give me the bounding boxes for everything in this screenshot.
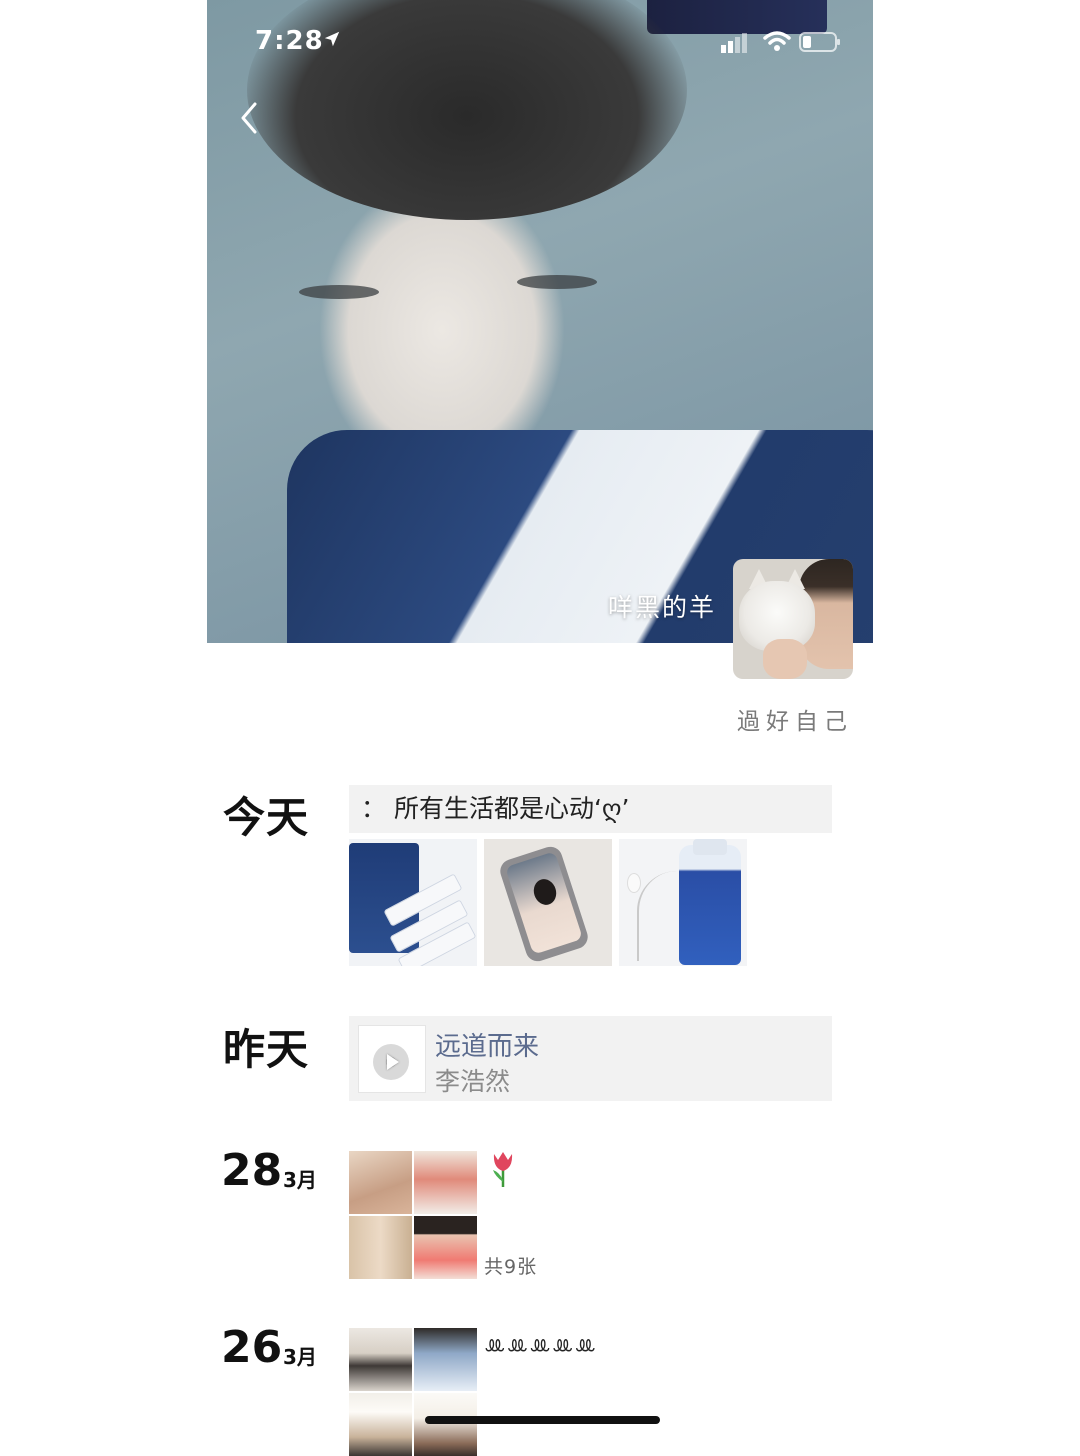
date-label-yesterday: 昨天 <box>223 1025 310 1074</box>
date-day-28: 28 <box>221 1145 283 1196</box>
chevron-left-icon <box>241 102 257 134</box>
photo-count: 共9张 <box>484 1256 538 1278</box>
music-artist: 李浩然 <box>435 1067 511 1096</box>
photo-cell <box>349 1393 412 1456</box>
moments-page: 7:28 咩黑的羊 過好自己 今天 ： 所有生活都是心动‘ღ’ 昨天 远道而来 … <box>207 0 873 1456</box>
date-month: 3月 <box>283 1345 317 1369</box>
eye-shape <box>299 285 379 299</box>
music-title: 远道而来 <box>435 1032 540 1062</box>
earbud-shape <box>627 873 641 893</box>
status-bar: 7:28 <box>207 0 873 80</box>
photo-grid[interactable] <box>349 1151 477 1279</box>
photo-thumbnail[interactable] <box>619 839 747 966</box>
eye-shape <box>517 275 597 289</box>
photo-thumbnail[interactable] <box>484 839 612 966</box>
date-day-26: 26 <box>221 1322 283 1373</box>
back-button[interactable] <box>231 98 271 138</box>
home-indicator[interactable] <box>425 1416 660 1424</box>
bottle-cap-shape <box>693 839 727 855</box>
profile-avatar[interactable] <box>733 559 853 679</box>
tulip-icon <box>493 1152 513 1187</box>
wifi-icon <box>763 31 791 51</box>
post-caption: ꔛꔛꔛꔛꔛ <box>484 1334 598 1359</box>
bottle-shape <box>679 845 741 965</box>
earphone-cable-shape <box>637 871 679 961</box>
avatar-hand-shape <box>763 639 807 679</box>
photo-cell <box>414 1151 477 1214</box>
music-share-post[interactable]: 远道而来 李浩然 <box>349 1016 832 1101</box>
cover-photo[interactable]: 7:28 咩黑的羊 <box>207 0 873 643</box>
photo-cell <box>349 1328 412 1391</box>
play-icon <box>387 1054 399 1070</box>
date-label-today: 今天 <box>223 793 310 842</box>
location-arrow-icon <box>324 31 340 47</box>
photo-thumbnail[interactable] <box>349 839 477 966</box>
status-time: 7:28 <box>255 26 324 56</box>
signal-icon <box>721 33 747 53</box>
battery-icon <box>799 32 840 52</box>
music-cover <box>358 1025 426 1093</box>
photo-grid[interactable] <box>349 1328 477 1456</box>
photo-cell <box>414 1393 477 1456</box>
photo-cell <box>349 1151 412 1214</box>
photo-cell <box>414 1216 477 1279</box>
photo-cell <box>414 1328 477 1391</box>
photo-cell <box>349 1216 412 1279</box>
profile-signature: 過好自己 <box>737 709 853 735</box>
text-post[interactable]: ： 所有生活都是心动‘ღ’ <box>349 785 832 833</box>
profile-nickname[interactable]: 咩黑的羊 <box>608 588 716 624</box>
date-month: 3月 <box>283 1168 317 1192</box>
